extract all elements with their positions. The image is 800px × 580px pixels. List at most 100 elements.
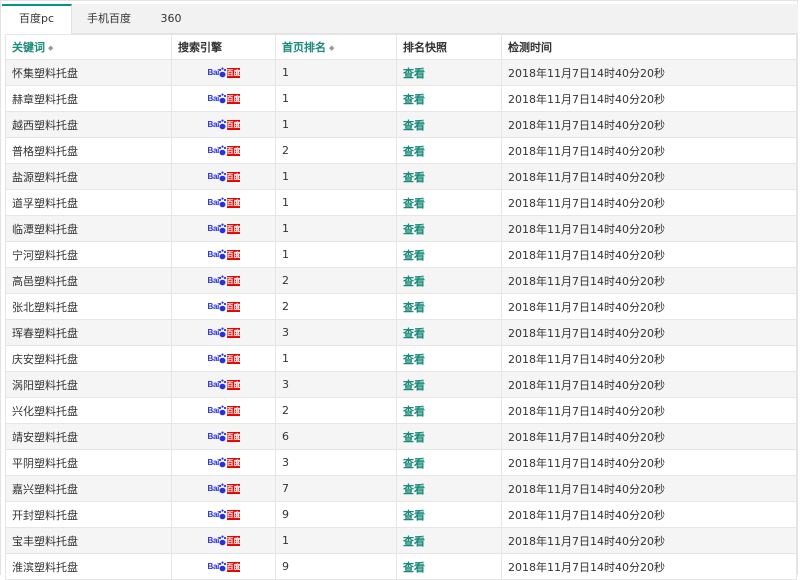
column-label: 首页排名 bbox=[282, 41, 326, 54]
tab-baidu-pc[interactable]: 百度pc bbox=[2, 4, 72, 34]
column-header-time: 检测时间 bbox=[501, 34, 797, 60]
keyword-cell: 庆安塑料托盘 bbox=[5, 345, 172, 372]
keyword-cell: 盐源塑料托盘 bbox=[5, 163, 172, 190]
keyword-cell: 高邑塑料托盘 bbox=[5, 267, 172, 294]
engine-tab-bar: 百度pc 手机百度 360 bbox=[2, 4, 798, 34]
keyword-cell: 珲春塑料托盘 bbox=[5, 319, 172, 346]
check-time-cell: 2018年11月7日14时40分20秒 bbox=[501, 241, 797, 268]
column-header-rank[interactable]: 首页排名 ◆ bbox=[275, 34, 397, 60]
view-snapshot-link[interactable]: 查看 bbox=[403, 379, 425, 392]
keyword-cell: 越西塑料托盘 bbox=[5, 111, 172, 138]
baidu-logo: Bai 百度 bbox=[208, 171, 241, 183]
rank-cell: 1 bbox=[275, 241, 397, 268]
view-snapshot-link[interactable]: 查看 bbox=[403, 67, 425, 80]
rank-cell: 9 bbox=[275, 501, 397, 528]
snapshot-cell: 查看 bbox=[396, 319, 502, 346]
table-row: 宝丰塑料托盘 Bai 百度 1 查看 2018年11月7日14时40分20秒 bbox=[5, 527, 797, 554]
engine-cell: Bai 百度 bbox=[171, 501, 276, 528]
view-snapshot-link[interactable]: 查看 bbox=[403, 405, 425, 418]
baidu-paw-icon bbox=[218, 171, 226, 182]
rank-cell: 1 bbox=[275, 527, 397, 554]
table-row: 高邑塑料托盘 Bai 百度 2 查看 2018年11月7日14时40分20秒 bbox=[5, 267, 797, 294]
view-snapshot-link[interactable]: 查看 bbox=[403, 275, 425, 288]
check-time-cell: 2018年11月7日14时40分20秒 bbox=[501, 345, 797, 372]
view-snapshot-link[interactable]: 查看 bbox=[403, 535, 425, 548]
keyword-cell: 宁河塑料托盘 bbox=[5, 241, 172, 268]
table-header-row: 关键词 ◆ 搜索引擎 首页排名 ◆ 排名快照 检测时间 bbox=[5, 34, 797, 60]
check-time-cell: 2018年11月7日14时40分20秒 bbox=[501, 371, 797, 398]
engine-cell: Bai 百度 bbox=[171, 293, 276, 320]
rank-cell: 2 bbox=[275, 293, 397, 320]
column-header-keyword[interactable]: 关键词 ◆ bbox=[5, 34, 172, 60]
baidu-paw-icon bbox=[218, 93, 226, 104]
view-snapshot-link[interactable]: 查看 bbox=[403, 249, 425, 262]
check-time-cell: 2018年11月7日14时40分20秒 bbox=[501, 449, 797, 476]
engine-cell: Bai 百度 bbox=[171, 137, 276, 164]
baidu-paw-icon bbox=[218, 561, 226, 572]
rank-cell: 1 bbox=[275, 85, 397, 112]
baidu-logo: Bai 百度 bbox=[208, 457, 241, 469]
engine-cell: Bai 百度 bbox=[171, 553, 276, 580]
view-snapshot-link[interactable]: 查看 bbox=[403, 327, 425, 340]
baidu-paw-icon bbox=[218, 301, 226, 312]
rank-cell: 2 bbox=[275, 397, 397, 424]
baidu-paw-icon bbox=[218, 509, 226, 520]
check-time-cell: 2018年11月7日14时40分20秒 bbox=[501, 527, 797, 554]
check-time-cell: 2018年11月7日14时40分20秒 bbox=[501, 319, 797, 346]
snapshot-cell: 查看 bbox=[396, 85, 502, 112]
check-time-cell: 2018年11月7日14时40分20秒 bbox=[501, 423, 797, 450]
sort-icon[interactable]: ◆ bbox=[48, 44, 53, 52]
sort-icon[interactable]: ◆ bbox=[329, 44, 334, 52]
engine-cell: Bai 百度 bbox=[171, 397, 276, 424]
table-row: 平阴塑料托盘 Bai 百度 3 查看 2018年11月7日14时40分20秒 bbox=[5, 449, 797, 476]
view-snapshot-link[interactable]: 查看 bbox=[403, 119, 425, 132]
baidu-logo-suffix: 百度 bbox=[226, 380, 241, 390]
view-snapshot-link[interactable]: 查看 bbox=[403, 353, 425, 366]
view-snapshot-link[interactable]: 查看 bbox=[403, 431, 425, 444]
view-snapshot-link[interactable]: 查看 bbox=[403, 457, 425, 470]
snapshot-cell: 查看 bbox=[396, 189, 502, 216]
view-snapshot-link[interactable]: 查看 bbox=[403, 483, 425, 496]
view-snapshot-link[interactable]: 查看 bbox=[403, 301, 425, 314]
check-time-cell: 2018年11月7日14时40分20秒 bbox=[501, 85, 797, 112]
baidu-logo: Bai 百度 bbox=[208, 405, 241, 417]
tab-360[interactable]: 360 bbox=[145, 4, 197, 33]
snapshot-cell: 查看 bbox=[396, 137, 502, 164]
engine-cell: Bai 百度 bbox=[171, 85, 276, 112]
snapshot-cell: 查看 bbox=[396, 475, 502, 502]
baidu-logo: Bai 百度 bbox=[208, 223, 241, 235]
table-body: 怀集塑料托盘 Bai 百度 1 查看 2018年11月7日14时40分20秒 赫章塑料托盘 B… bbox=[5, 59, 797, 580]
keyword-cell: 嘉兴塑料托盘 bbox=[5, 475, 172, 502]
baidu-paw-icon bbox=[218, 379, 226, 390]
baidu-logo: Bai 百度 bbox=[208, 249, 241, 261]
baidu-paw-icon bbox=[218, 405, 226, 416]
content-frame: 百度pc 手机百度 360 关键词 ◆ 搜索引擎 首页排名 ◆ 排名快照 检测时间 … bbox=[0, 0, 798, 580]
view-snapshot-link[interactable]: 查看 bbox=[403, 223, 425, 236]
view-snapshot-link[interactable]: 查看 bbox=[403, 145, 425, 158]
view-snapshot-link[interactable]: 查看 bbox=[403, 197, 425, 210]
view-snapshot-link[interactable]: 查看 bbox=[403, 93, 425, 106]
baidu-logo-suffix: 百度 bbox=[226, 432, 241, 442]
baidu-logo-suffix: 百度 bbox=[226, 198, 241, 208]
check-time-cell: 2018年11月7日14时40分20秒 bbox=[501, 475, 797, 502]
check-time-cell: 2018年11月7日14时40分20秒 bbox=[501, 215, 797, 242]
baidu-logo-suffix: 百度 bbox=[226, 250, 241, 260]
baidu-logo: Bai 百度 bbox=[208, 301, 241, 313]
baidu-paw-icon bbox=[218, 145, 226, 156]
snapshot-cell: 查看 bbox=[396, 553, 502, 580]
snapshot-cell: 查看 bbox=[396, 215, 502, 242]
view-snapshot-link[interactable]: 查看 bbox=[403, 171, 425, 184]
snapshot-cell: 查看 bbox=[396, 397, 502, 424]
table-row: 盐源塑料托盘 Bai 百度 1 查看 2018年11月7日14时40分20秒 bbox=[5, 163, 797, 190]
baidu-logo-suffix: 百度 bbox=[226, 510, 241, 520]
view-snapshot-link[interactable]: 查看 bbox=[403, 561, 425, 574]
baidu-logo-suffix: 百度 bbox=[226, 562, 241, 572]
baidu-logo: Bai 百度 bbox=[208, 431, 241, 443]
keyword-cell: 怀集塑料托盘 bbox=[5, 59, 172, 86]
baidu-paw-icon bbox=[218, 197, 226, 208]
view-snapshot-link[interactable]: 查看 bbox=[403, 509, 425, 522]
check-time-cell: 2018年11月7日14时40分20秒 bbox=[501, 267, 797, 294]
tab-mobile-baidu[interactable]: 手机百度 bbox=[74, 4, 144, 33]
baidu-logo: Bai 百度 bbox=[208, 197, 241, 209]
baidu-paw-icon bbox=[218, 119, 226, 130]
